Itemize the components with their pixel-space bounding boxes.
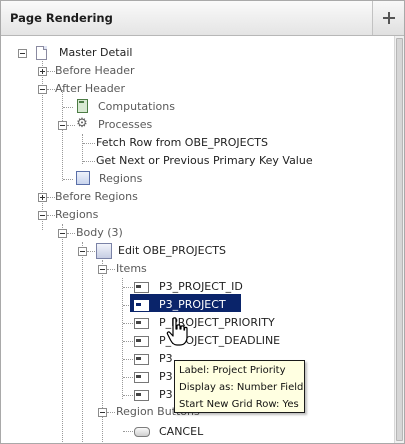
tree-item[interactable]: P3_PROJECT_ID bbox=[159, 280, 243, 294]
tree-connector bbox=[123, 431, 133, 432]
gear-icon: ⚙ bbox=[76, 116, 88, 131]
item-icon bbox=[134, 372, 149, 383]
vertical-scrollbar[interactable] bbox=[394, 36, 404, 443]
tree-connector bbox=[122, 278, 123, 399]
tree-connector bbox=[47, 89, 55, 90]
tree-connector bbox=[123, 359, 133, 360]
tree-node-after-header-regions[interactable]: Regions bbox=[99, 172, 142, 186]
tree-node-computations[interactable]: Computations bbox=[98, 100, 175, 114]
tree-item[interactable]: P3 bbox=[159, 388, 173, 402]
tree-connector bbox=[63, 179, 73, 180]
tree-node-before-header[interactable]: Before Header bbox=[55, 64, 135, 78]
collapse-toggle[interactable] bbox=[18, 49, 27, 58]
tree-connector bbox=[62, 90, 63, 181]
item-icon bbox=[134, 282, 149, 293]
tree-connector bbox=[107, 269, 115, 270]
collapse-toggle[interactable] bbox=[78, 247, 87, 256]
tree-connector bbox=[82, 242, 83, 443]
collapse-toggle[interactable] bbox=[38, 211, 47, 220]
item-tooltip: Label: Project Priority Display as: Numb… bbox=[174, 360, 305, 413]
tree-node-edit-region[interactable]: Edit OBE_PROJECTS bbox=[118, 244, 226, 258]
tree-connector bbox=[123, 395, 133, 396]
hand-cursor-icon bbox=[166, 317, 188, 346]
tree-connector bbox=[67, 125, 75, 126]
panel-header: Page Rendering bbox=[1, 1, 404, 36]
tree-connector bbox=[62, 224, 63, 443]
tree-connector bbox=[63, 107, 73, 108]
tree-connector bbox=[123, 323, 133, 324]
tree-item[interactable]: P3 bbox=[159, 352, 173, 366]
tree-node-master-detail[interactable]: Master Detail bbox=[59, 46, 132, 60]
tree-node-after-header[interactable]: After Header bbox=[55, 82, 125, 96]
tree-node-process-get-next[interactable]: Get Next or Previous Primary Key Value bbox=[96, 154, 313, 168]
region-icon bbox=[96, 243, 112, 259]
expand-toggle[interactable] bbox=[38, 193, 47, 202]
tree-connector bbox=[123, 287, 133, 288]
collapse-toggle[interactable] bbox=[38, 85, 47, 94]
tree-item-selected[interactable]: P3_PROJECT bbox=[159, 298, 226, 312]
item-icon bbox=[134, 354, 149, 365]
tree-connector bbox=[47, 197, 55, 198]
collapse-toggle[interactable] bbox=[98, 408, 107, 417]
tree-node-processes[interactable]: Processes bbox=[98, 118, 152, 132]
tree-connector bbox=[42, 55, 43, 230]
tooltip-label: Label: Project Priority bbox=[179, 365, 286, 376]
collapse-toggle[interactable] bbox=[58, 229, 67, 238]
item-icon bbox=[134, 318, 149, 329]
expand-toggle[interactable] bbox=[38, 67, 47, 76]
tree-connector bbox=[123, 377, 133, 378]
scrollbar-thumb[interactable] bbox=[396, 38, 403, 441]
tree-connector bbox=[123, 341, 133, 342]
calculator-icon bbox=[77, 99, 88, 113]
tree-node-regions[interactable]: Regions bbox=[55, 208, 98, 222]
tree-node-process-fetch-row[interactable]: Fetch Row from OBE_PROJECTS bbox=[96, 136, 268, 150]
tree-connector bbox=[83, 143, 95, 144]
tree-node-before-regions[interactable]: Before Regions bbox=[55, 190, 138, 204]
item-icon bbox=[134, 390, 149, 401]
page-icon bbox=[36, 46, 47, 60]
item-icon bbox=[134, 336, 149, 347]
tree-connector bbox=[47, 71, 55, 72]
item-icon bbox=[134, 300, 149, 311]
page-rendering-panel: Page Rendering Master Detail Before Head… bbox=[0, 0, 405, 444]
tree-node-cancel[interactable]: CANCEL bbox=[159, 425, 203, 439]
tree-connector bbox=[83, 161, 95, 162]
collapse-toggle[interactable] bbox=[98, 265, 107, 274]
tree-connector bbox=[107, 412, 115, 413]
tooltip-start-new-grid-row: Start New Grid Row: Yes bbox=[179, 399, 299, 410]
tree-connector bbox=[47, 215, 55, 216]
tree-connector bbox=[82, 134, 83, 164]
tree-connector bbox=[67, 233, 75, 234]
region-icon bbox=[76, 171, 90, 185]
tree-item[interactable]: P3 bbox=[159, 370, 173, 384]
add-button[interactable] bbox=[372, 1, 404, 35]
panel-title: Page Rendering bbox=[10, 11, 113, 25]
tree-node-items[interactable]: Items bbox=[116, 262, 147, 276]
tooltip-display-as: Display as: Number Field bbox=[179, 382, 304, 393]
button-icon bbox=[134, 427, 150, 437]
tree-connector bbox=[87, 251, 95, 252]
collapse-toggle[interactable] bbox=[58, 121, 67, 130]
tree-node-body[interactable]: Body (3) bbox=[76, 226, 123, 240]
